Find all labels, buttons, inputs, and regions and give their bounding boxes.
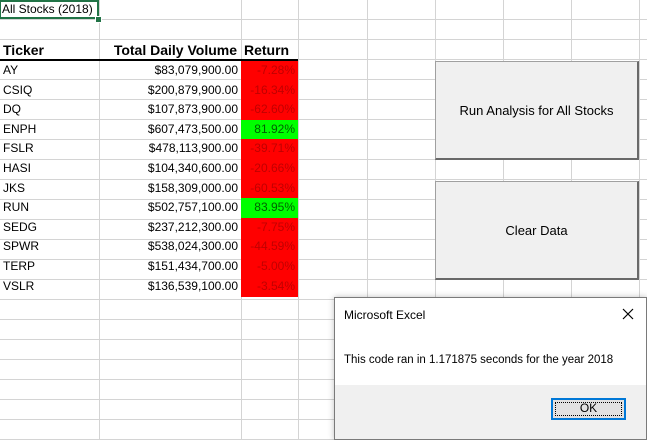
volume-cell[interactable]: $107,873,900.00 <box>99 100 241 120</box>
table-row: FSLR $478,113,900.00 -39.71% <box>0 139 298 160</box>
volume-cell[interactable]: $104,340,600.00 <box>99 159 241 179</box>
table-row: JKS $158,309,000.00 -60.53% <box>0 178 298 199</box>
message-box: Microsoft Excel This code ran in 1.17187… <box>334 297 647 440</box>
volume-cell[interactable]: $502,757,100.00 <box>99 198 241 218</box>
table-row: SPWR $538,024,300.00 -44.59% <box>0 237 298 258</box>
table-row: DQ $107,873,900.00 -62.60% <box>0 100 298 121</box>
volume-cell[interactable]: $478,113,900.00 <box>99 139 241 159</box>
clear-data-button[interactable]: Clear Data <box>435 181 639 280</box>
return-cell[interactable]: -39.71% <box>241 139 298 160</box>
table-row: SEDG $237,212,300.00 -7.75% <box>0 217 298 238</box>
return-cell[interactable]: -44.59% <box>241 237 298 258</box>
return-cell[interactable]: -60.53% <box>241 178 298 199</box>
return-cell[interactable]: -7.75% <box>241 217 298 238</box>
volume-cell[interactable]: $136,539,100.00 <box>99 277 241 297</box>
ticker-cell[interactable]: ENPH <box>0 120 99 140</box>
fill-handle[interactable] <box>95 16 102 23</box>
table-row: HASI $104,340,600.00 -20.66% <box>0 159 298 179</box>
dialog-footer: OK <box>335 385 646 439</box>
volume-cell[interactable]: $237,212,300.00 <box>99 218 241 238</box>
return-cell[interactable]: -16.34% <box>241 80 298 101</box>
ticker-cell[interactable]: VSLR <box>0 277 99 297</box>
ticker-cell[interactable]: SEDG <box>0 218 99 238</box>
return-cell[interactable]: -5.00% <box>241 257 298 277</box>
close-icon[interactable] <box>617 304 639 324</box>
header-bottom-border <box>0 59 298 61</box>
return-cell[interactable]: -20.66% <box>241 159 298 179</box>
ticker-cell[interactable]: TERP <box>0 257 99 277</box>
header-return[interactable]: Return <box>241 40 298 60</box>
return-cell[interactable]: 83.95% <box>241 198 298 219</box>
volume-cell[interactable]: $538,024,300.00 <box>99 237 241 257</box>
table-row: AY $83,079,900.00 -7.28% <box>0 61 298 81</box>
table-row: VSLR $136,539,100.00 -3.54% <box>0 276 298 297</box>
return-cell[interactable]: -7.28% <box>241 61 298 81</box>
ok-button[interactable]: OK <box>551 398 626 420</box>
ticker-cell[interactable]: SPWR <box>0 237 99 257</box>
run-analysis-button[interactable]: Run Analysis for All Stocks <box>435 61 639 160</box>
ticker-cell[interactable]: CSIQ <box>0 81 99 101</box>
header-ticker[interactable]: Ticker <box>0 40 99 60</box>
dialog-message: This code ran in 1.171875 seconds for th… <box>344 354 614 366</box>
ticker-cell[interactable]: RUN <box>0 198 99 218</box>
return-cell[interactable]: -3.54% <box>241 276 298 297</box>
return-cell[interactable]: -62.60% <box>241 100 298 121</box>
header-total-daily-volume[interactable]: Total Daily Volume <box>99 40 241 60</box>
ticker-cell[interactable]: AY <box>0 61 99 81</box>
table-row: TERP $151,434,700.00 -5.00% <box>0 257 298 277</box>
volume-cell[interactable]: $83,079,900.00 <box>99 61 241 81</box>
ticker-cell[interactable]: JKS <box>0 179 99 199</box>
sheet-title-cell[interactable]: All Stocks (2018) <box>0 0 99 20</box>
ticker-cell[interactable]: HASI <box>0 159 99 179</box>
ticker-cell[interactable]: FSLR <box>0 139 99 159</box>
return-cell[interactable]: 81.92% <box>241 119 298 140</box>
table-row: CSIQ $200,879,900.00 -16.34% <box>0 80 298 101</box>
dialog-title: Microsoft Excel <box>344 308 426 322</box>
table-row: RUN $502,757,100.00 83.95% <box>0 198 298 219</box>
table-row: ENPH $607,473,500.00 81.92% <box>0 119 298 140</box>
ok-focus-ring <box>555 402 622 416</box>
volume-cell[interactable]: $151,434,700.00 <box>99 257 241 277</box>
volume-cell[interactable]: $607,473,500.00 <box>99 120 241 140</box>
volume-cell[interactable]: $200,879,900.00 <box>99 81 241 101</box>
volume-cell[interactable]: $158,309,000.00 <box>99 179 241 199</box>
ticker-cell[interactable]: DQ <box>0 100 99 120</box>
